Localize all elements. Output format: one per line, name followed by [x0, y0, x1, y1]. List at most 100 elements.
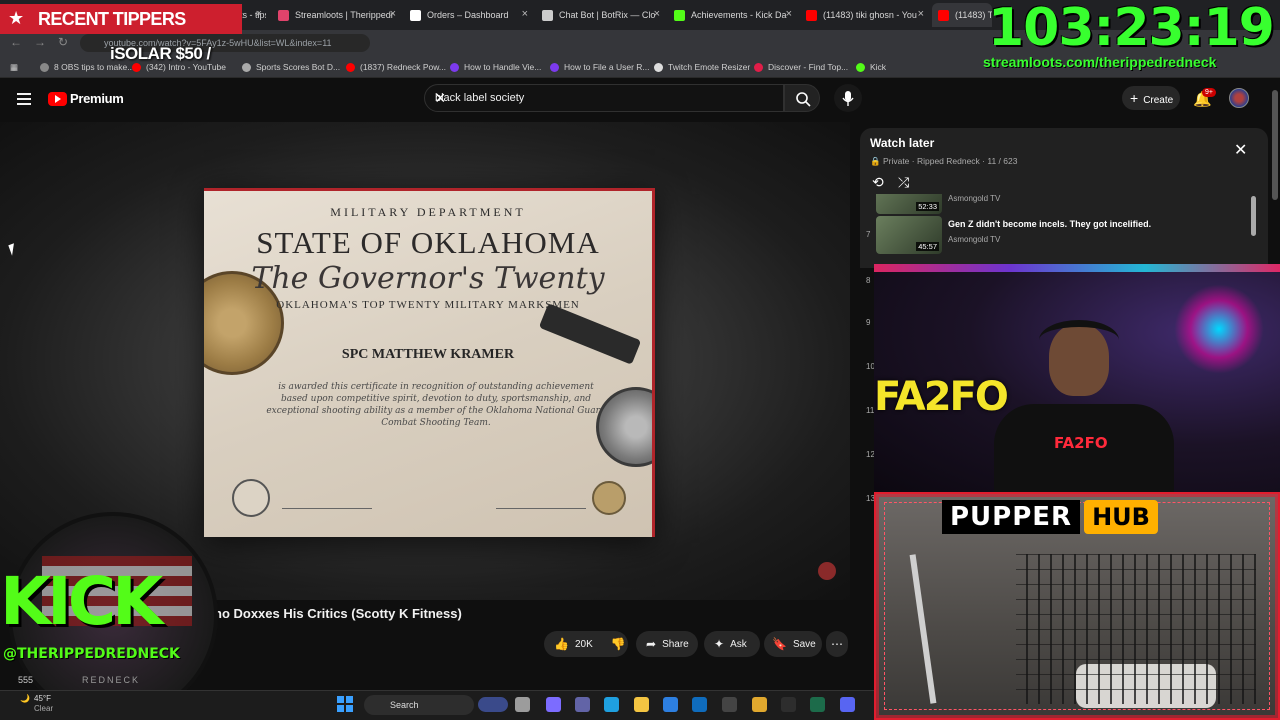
bookmark-item[interactable]: (1837) Redneck Pow...: [346, 60, 446, 74]
teams-icon[interactable]: [575, 697, 590, 712]
signature-left: [282, 479, 372, 509]
outlook-icon[interactable]: [692, 697, 707, 712]
lock-icon: 🔒: [870, 156, 883, 166]
kick-handle: @THERIPPEDREDNECK: [3, 646, 180, 662]
close-tab-icon[interactable]: ×: [786, 8, 792, 20]
dislike-icon[interactable]: 👎: [611, 637, 626, 651]
create-button[interactable]: + Create: [1122, 86, 1180, 110]
loop-icon[interactable]: ⟲: [872, 174, 884, 191]
search-button[interactable]: [784, 84, 820, 112]
more-icon: ⋯: [831, 637, 843, 651]
youtube-logo-icon[interactable]: [48, 92, 67, 106]
save-button[interactable]: 🔖 Save: [764, 631, 822, 657]
tab-label: (11483) tiki ghosn - You: [823, 10, 917, 20]
apps-grid-icon[interactable]: ▦: [10, 60, 18, 74]
bookmark-item[interactable]: Discover - Find Top...: [754, 60, 848, 74]
weather-widget[interactable]: 🌙 45°F Clear: [20, 694, 53, 713]
voice-search-button[interactable]: [834, 84, 862, 112]
bookmark-item[interactable]: How to Handle Vie...: [450, 60, 541, 74]
menu-icon[interactable]: [17, 93, 31, 105]
bookmark-item[interactable]: How to File a User R...: [550, 60, 650, 74]
browser-tab[interactable]: Chat Bot | BotRix — Clo ×: [536, 3, 664, 27]
playlist-item-channel: Asmongold TV: [948, 235, 1001, 244]
ask-button[interactable]: ✦ Ask: [704, 631, 760, 657]
browser-tab[interactable]: Streamloots | Therippedr ×: [272, 3, 400, 27]
tab-favicon-icon: [278, 9, 289, 21]
search-input[interactable]: black label society ×: [424, 84, 784, 112]
save-label: Save: [792, 638, 816, 650]
share-icon: ➦: [646, 637, 657, 651]
browser-tab[interactable]: Achievements - Kick Da ×: [668, 3, 796, 27]
app2-icon[interactable]: [810, 697, 825, 712]
edge-icon[interactable]: [604, 697, 619, 712]
shuffle-icon[interactable]: ⤮: [898, 174, 909, 191]
more-actions-button[interactable]: ⋯: [826, 631, 848, 657]
bookmark-label: How to Handle Vie...: [464, 62, 542, 72]
discord-icon[interactable]: [840, 697, 855, 712]
chrome-icon[interactable]: [752, 697, 767, 712]
subathon-timer: 103:23:19: [988, 0, 1275, 58]
pupper-word: PUPPER: [942, 500, 1081, 534]
folder-icon[interactable]: [634, 697, 649, 712]
notification-badge: 9+: [1202, 88, 1216, 97]
playlist-title: Watch later: [870, 136, 935, 150]
like-icon[interactable]: 👍: [554, 637, 569, 651]
bookmark-item[interactable]: Kick: [856, 60, 886, 74]
bookmark-item[interactable]: Sports Scores Bot D...: [242, 60, 340, 74]
terminal-icon[interactable]: [781, 697, 796, 712]
close-tab-icon[interactable]: ×: [522, 8, 528, 20]
close-tab-icon[interactable]: ×: [918, 8, 924, 20]
copilot-icon[interactable]: [546, 697, 561, 712]
clear-search-icon[interactable]: ×: [435, 88, 775, 109]
screen: streamelements - tips×Streamloots | Ther…: [0, 0, 1280, 720]
channel-watermark-icon[interactable]: [818, 562, 836, 580]
app-icon[interactable]: [478, 697, 508, 712]
playlist-item[interactable]: 52:33 Asmongold TV: [876, 194, 1256, 214]
reload-icon[interactable]: ↻: [58, 35, 68, 49]
playlist-scrollbar[interactable]: [1251, 196, 1256, 236]
forward-icon[interactable]: →: [34, 35, 46, 49]
recent-tippers-banner: ★ RECENT TIPPERS: [0, 4, 242, 34]
playlist-meta: Private · Ripped Redneck · 11 / 623: [882, 156, 1018, 166]
create-label: Create: [1143, 95, 1174, 106]
browser-tab[interactable]: (11483) tiki ghosn - You ×: [800, 3, 928, 27]
like-count[interactable]: 20K: [575, 639, 593, 650]
brand-label: Premium: [70, 91, 124, 106]
taskbar-search-label: Search: [390, 700, 419, 710]
playlist-item-title: Gen Z didn't become incels. They got inc…: [948, 219, 1152, 229]
share-button[interactable]: ➦ Share: [636, 631, 698, 657]
weather-icon: 🌙: [20, 694, 30, 703]
youtube-header: Premium black label society × + Create 🔔 …: [0, 78, 1280, 122]
duration-badge: 45:57: [916, 242, 939, 251]
cert-dept: MILITARY DEPARTMENT: [330, 205, 526, 219]
tab-favicon-icon: [410, 9, 421, 21]
avatar[interactable]: [1229, 88, 1249, 108]
neon-strip: [874, 264, 1280, 272]
obs-icon[interactable]: [722, 697, 737, 712]
plus-icon: +: [1130, 90, 1139, 106]
file-explorer-icon[interactable]: [515, 697, 530, 712]
tab-favicon-icon: [674, 9, 685, 21]
playlist-index: 8: [866, 276, 871, 285]
windows-start-icon[interactable]: [337, 696, 353, 712]
bookmark-label: (1837) Redneck Pow...: [360, 62, 446, 72]
browser-tab[interactable]: (11483) The Music: [932, 3, 992, 27]
bookmark-item[interactable]: Twitch Emote Resizer: [654, 60, 750, 74]
browser-tab[interactable]: Orders – Dashboard ×: [404, 3, 532, 27]
close-tab-icon[interactable]: ×: [390, 8, 396, 20]
cert-body: is awarded this certificate in recogniti…: [266, 382, 606, 428]
store-icon[interactable]: [663, 697, 678, 712]
star-icon: ★: [8, 8, 25, 28]
playlist-index: 7: [866, 230, 871, 239]
back-icon[interactable]: ←: [10, 35, 22, 49]
page-scrollbar[interactable]: [1272, 90, 1278, 200]
taskbar-search[interactable]: Search: [364, 695, 474, 715]
kick-logo: KICK: [0, 563, 163, 640]
video-thumbnail: 45:57: [876, 216, 942, 254]
close-tab-icon[interactable]: ×: [256, 8, 262, 20]
close-tab-icon[interactable]: ×: [654, 8, 660, 20]
close-playlist-icon[interactable]: ✕: [1234, 140, 1247, 160]
webcam-overlay: FA2FO FA2FO: [874, 264, 1280, 492]
playlist-item[interactable]: 45:57 Gen Z didn't become incels. They go…: [876, 216, 1256, 256]
share-label: Share: [662, 638, 689, 650]
